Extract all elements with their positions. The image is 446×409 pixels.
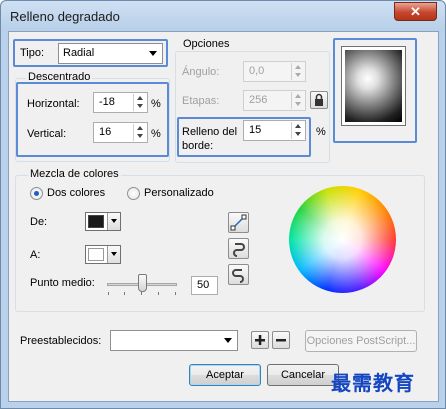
spin-up-icon[interactable]: [134, 124, 146, 132]
direct-blend-button[interactable]: [228, 212, 249, 233]
chevron-down-icon: [149, 51, 157, 56]
vertical-value: 16: [99, 126, 112, 138]
midpoint-value: 50: [197, 279, 210, 291]
postscript-options-button[interactable]: Opciones PostScript...: [305, 330, 417, 352]
minus-icon: [276, 339, 286, 342]
to-color-picker[interactable]: [85, 245, 121, 264]
horizontal-label: Horizontal:: [27, 98, 80, 110]
from-label: De:: [30, 216, 48, 228]
spin-down-icon[interactable]: [134, 102, 146, 110]
lock-icon: [315, 93, 323, 106]
slider-tick: [141, 292, 142, 295]
remove-preset-button[interactable]: [272, 331, 290, 349]
plus-icon: [255, 335, 265, 345]
close-icon: ✕: [410, 4, 421, 19]
angle-value: 0,0: [249, 65, 265, 77]
steps-value: 256: [249, 94, 268, 106]
edge-pad-unit: %: [316, 126, 326, 138]
accept-button-label: Aceptar: [206, 369, 244, 381]
from-color-picker[interactable]: [85, 212, 121, 231]
vertical-unit: %: [151, 128, 161, 140]
chevron-down-icon: [224, 338, 232, 343]
gradient-preview: [341, 46, 406, 126]
to-label: A:: [30, 249, 41, 261]
spin-down-icon[interactable]: [292, 130, 304, 138]
custom-label[interactable]: Personalizado: [144, 187, 214, 199]
to-color-swatch: [88, 248, 104, 261]
horizontal-spinner[interactable]: -18: [93, 92, 148, 113]
spin-up-icon[interactable]: [292, 92, 304, 100]
spin-up-icon[interactable]: [292, 63, 304, 71]
presets-select[interactable]: [110, 330, 238, 351]
spin-up-icon[interactable]: [134, 94, 146, 102]
spin-down-icon[interactable]: [292, 71, 304, 79]
gradient-preview-swatch: [345, 50, 402, 122]
midpoint-slider-thumb[interactable]: [138, 274, 147, 292]
midpoint-field[interactable]: 50: [191, 276, 218, 295]
cancel-button-label: Cancelar: [280, 369, 326, 381]
steps-label: Etapas:: [182, 95, 220, 107]
angle-label: Ángulo:: [182, 66, 220, 78]
counterclockwise-arrow-icon: [232, 269, 244, 283]
window-title: Relleno degradado: [10, 9, 120, 24]
from-color-swatch: [88, 215, 104, 228]
type-label: Tipo:: [20, 47, 45, 59]
type-select[interactable]: Radial: [58, 43, 163, 64]
lock-button[interactable]: [310, 91, 328, 109]
cancel-button[interactable]: Cancelar: [267, 364, 339, 386]
color-wheel[interactable]: [289, 186, 396, 293]
custom-radio[interactable]: [127, 187, 140, 200]
postscript-options-label: Opciones PostScript...: [306, 335, 416, 347]
horizontal-unit: %: [151, 98, 161, 110]
counterclockwise-blend-button[interactable]: [228, 264, 249, 285]
horizontal-value: -18: [99, 96, 115, 108]
two-colors-label[interactable]: Dos colores: [47, 187, 105, 199]
spin-up-icon[interactable]: [292, 122, 304, 130]
vertical-spinner[interactable]: 16: [93, 122, 148, 143]
spin-down-icon[interactable]: [134, 132, 146, 140]
clockwise-arrow-icon: [233, 243, 245, 257]
presets-label: Preestablecidos:: [20, 335, 102, 347]
type-select-value: Radial: [63, 47, 95, 59]
title-bar: Relleno degradado ✕: [1, 1, 445, 31]
close-button[interactable]: ✕: [394, 2, 437, 21]
angle-spinner[interactable]: 0,0: [243, 61, 306, 82]
clockwise-blend-button[interactable]: [228, 238, 249, 259]
blend-legend: Mezcla de colores: [28, 168, 121, 180]
steps-spinner[interactable]: 256: [243, 90, 306, 111]
edge-pad-spinner[interactable]: 15: [243, 120, 306, 141]
vertical-label: Vertical:: [27, 128, 67, 140]
slider-tick: [108, 292, 109, 295]
slider-tick: [124, 292, 125, 295]
accept-button[interactable]: Aceptar: [189, 364, 261, 386]
spin-down-icon[interactable]: [292, 100, 304, 108]
midpoint-label: Punto medio:: [30, 277, 95, 289]
chevron-down-icon: [107, 246, 120, 263]
edge-pad-value: 15: [249, 124, 262, 136]
add-preset-button[interactable]: [251, 331, 269, 349]
slider-tick: [175, 292, 176, 295]
line-icon: [230, 214, 247, 231]
chevron-down-icon: [107, 213, 120, 230]
watermark-text: 最需教育: [331, 371, 415, 395]
options-legend: Opciones: [181, 38, 232, 50]
slider-tick: [158, 292, 159, 295]
two-colors-radio[interactable]: [30, 187, 43, 200]
edge-pad-label: Relleno del borde:: [182, 126, 238, 152]
